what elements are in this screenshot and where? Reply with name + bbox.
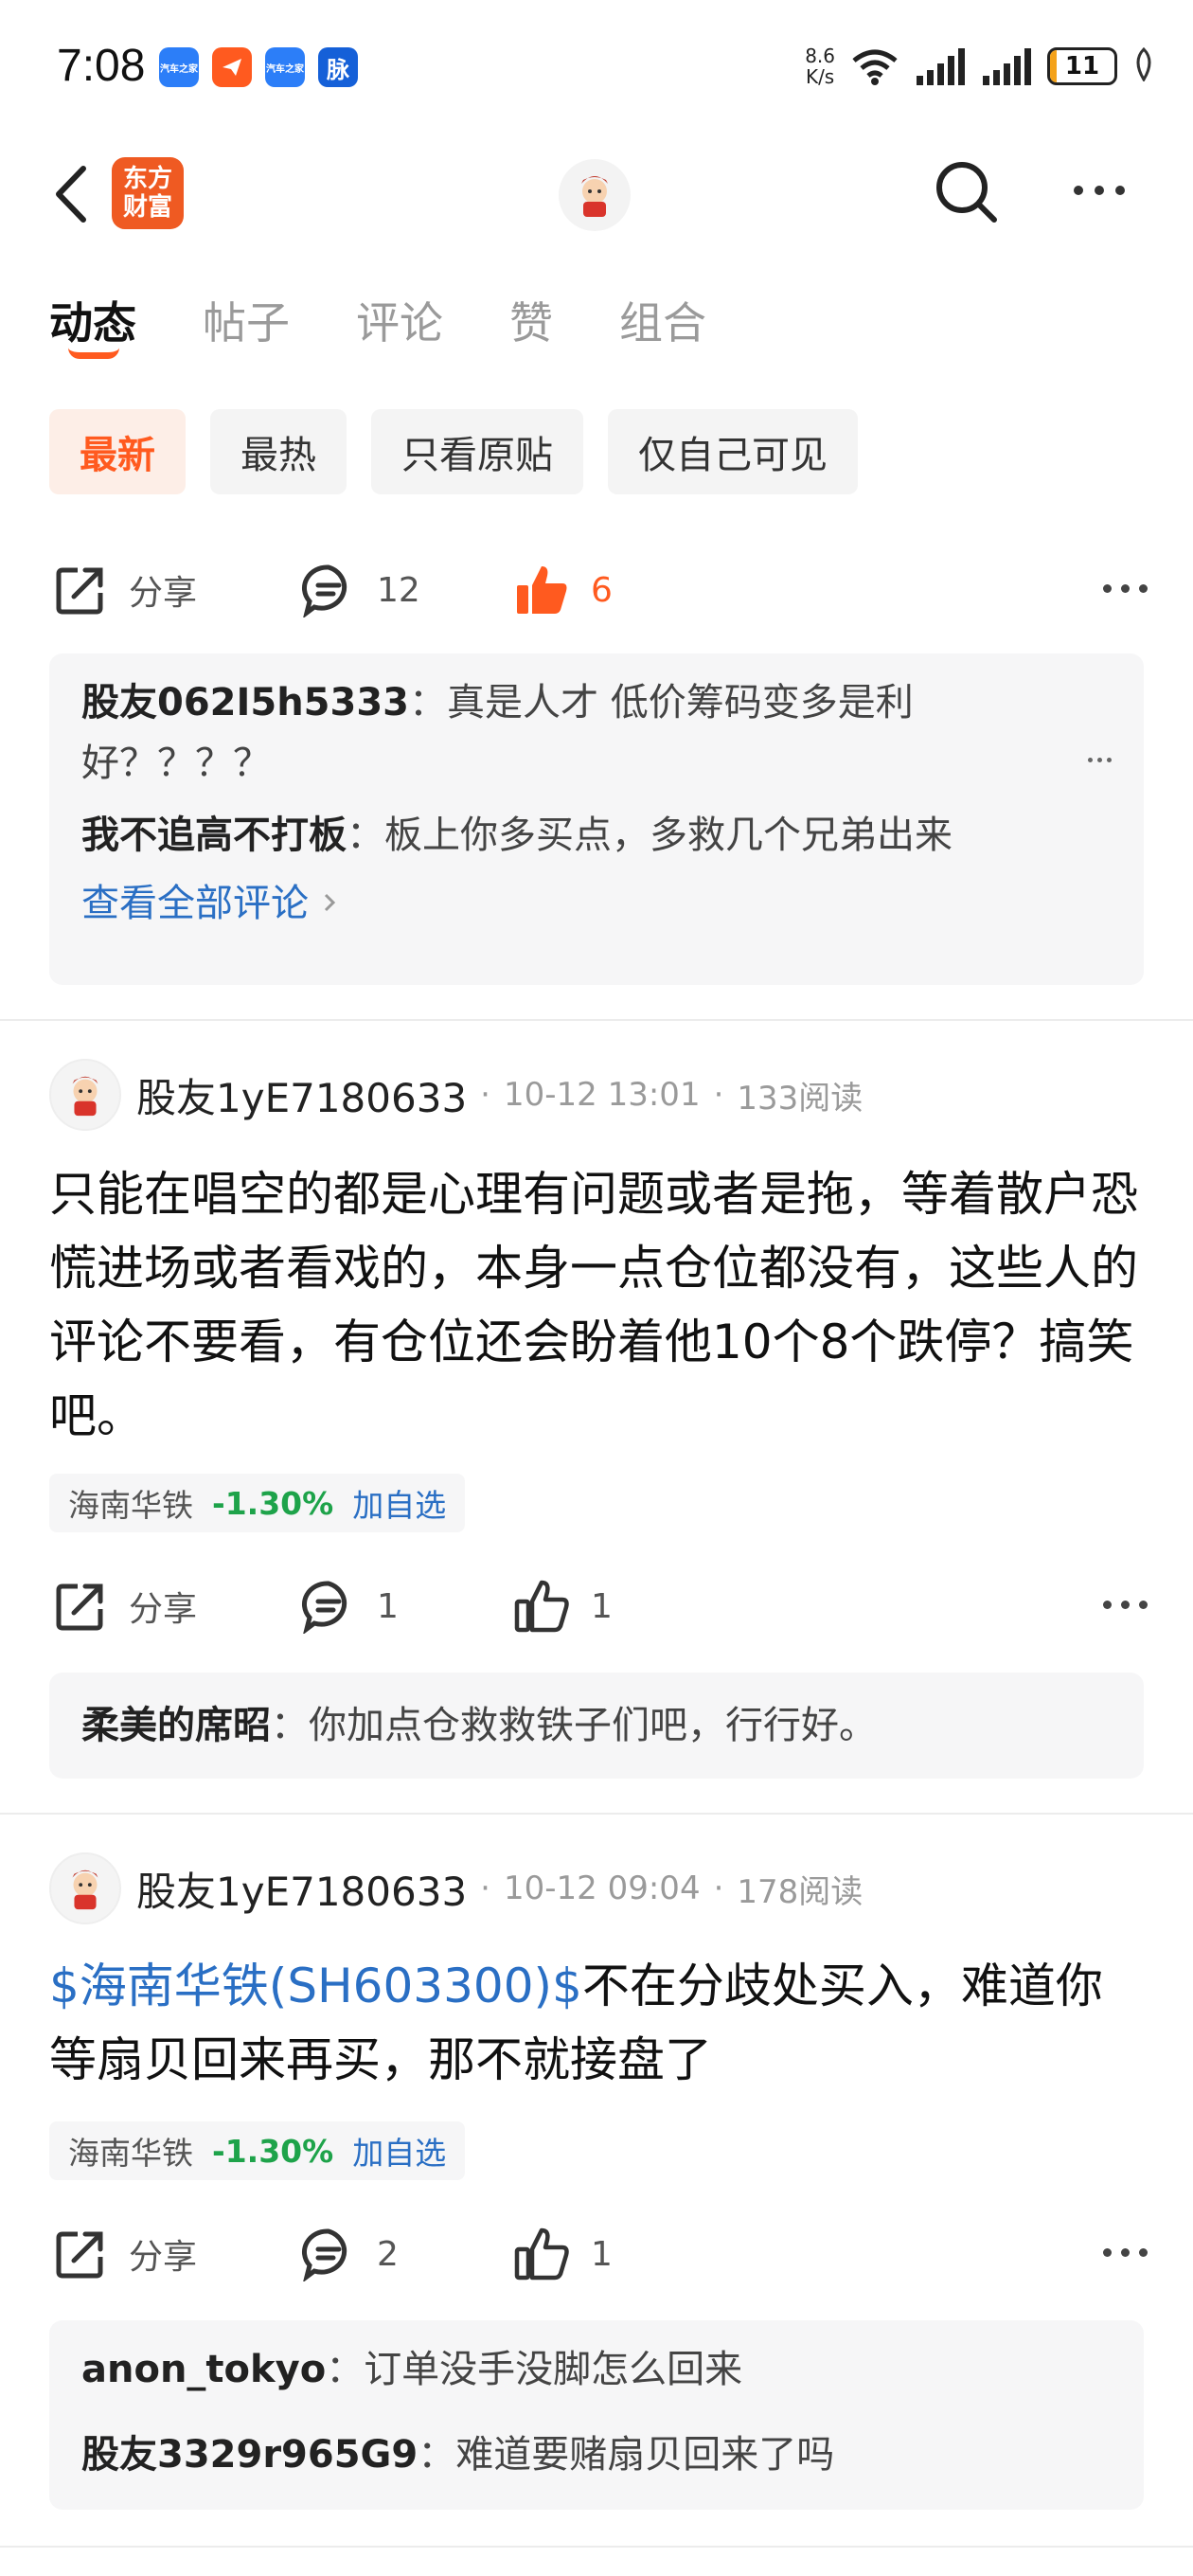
signal-icon-1 xyxy=(915,47,966,85)
comment-item: anon_tokyo：订单没手没脚怎么回来 xyxy=(81,2348,743,2391)
like-button[interactable]: 1 xyxy=(513,2216,613,2292)
share-button[interactable]: 分享 xyxy=(53,1568,197,1644)
add-watchlist-button[interactable]: 加自选 xyxy=(352,2128,446,2174)
comment-icon xyxy=(301,1581,347,1634)
brand-logo: 东方 财富 xyxy=(112,157,184,229)
filter-private[interactable]: 仅自己可见 xyxy=(608,409,858,494)
post-more-icon[interactable] xyxy=(1103,1601,1148,1609)
comment-item: 柔美的席昭：你加点仓救救铁子们吧，行行好。 xyxy=(81,1704,877,1747)
paper-plane-notification-icon xyxy=(212,47,252,87)
comment-icon xyxy=(301,2228,347,2281)
tab-bar: 动态 帖子 评论 赞 组合 xyxy=(49,289,706,359)
net-speed: 8.6 K/s xyxy=(805,45,835,88)
stock-name: 海南华铁 xyxy=(68,2135,193,2172)
more-options-icon[interactable] xyxy=(1074,186,1125,195)
post-body[interactable]: $海南华铁(SH603300)$不在分歧处买入，难道你等扇贝回来再买，那不就接盘… xyxy=(49,1949,1148,2097)
search-icon[interactable] xyxy=(934,159,1000,229)
add-watchlist-button[interactable]: 加自选 xyxy=(352,1480,446,1526)
maimai-notification-icon: 脉 xyxy=(318,47,358,87)
tab-likes[interactable]: 赞 xyxy=(509,289,553,351)
battery-indicator: 11 xyxy=(1047,47,1117,85)
like-button[interactable]: 1 xyxy=(513,1568,613,1644)
post-header: 股友1yE7180633 · 10-12 09:04 · 178阅读 xyxy=(49,1851,863,1926)
ellipsis-icon xyxy=(1088,758,1112,762)
tab-posts[interactable]: 帖子 xyxy=(203,289,290,351)
divider xyxy=(0,1019,1193,1021)
divider xyxy=(0,2546,1193,2548)
leaf-icon xyxy=(1132,46,1155,85)
autohome-notification-icon-2: 汽车之家 xyxy=(265,47,305,87)
like-button[interactable]: 6 xyxy=(513,552,613,628)
post-more-icon[interactable] xyxy=(1103,2248,1148,2257)
post-actions: 分享 1 1 xyxy=(49,1568,1148,1644)
thumbs-up-icon xyxy=(514,1580,569,1633)
battery-fill xyxy=(1050,50,1058,82)
share-button[interactable]: 分享 xyxy=(53,2216,197,2292)
post-actions: 分享 2 1 xyxy=(49,2216,1148,2292)
comment-preview-box[interactable]: 股友062I5h5333：真是人才 低价筹码变多是利好？？？？ 我不追高不打板：… xyxy=(49,653,1144,985)
read-count: 133阅读 xyxy=(737,1079,864,1118)
post-header: 股友1yE7180633 · 10-12 13:01 · 133阅读 xyxy=(49,1057,863,1133)
filter-latest[interactable]: 最新 xyxy=(49,409,186,494)
top-card-actions: 分享 12 6 xyxy=(49,552,1148,628)
author-avatar[interactable] xyxy=(49,1059,121,1131)
filter-chips: 最新 最热 只看原贴 仅自己可见 xyxy=(49,409,858,494)
comment-button[interactable]: 12 xyxy=(301,552,420,628)
status-right: 8.6 K/s 11 xyxy=(805,45,1155,87)
view-all-comments-link[interactable]: 查看全部评论 xyxy=(81,873,1112,934)
stock-change: -1.30% xyxy=(212,2132,334,2170)
comment-item: 股友3329r965G9：难道要赌扇贝回来了吗 xyxy=(81,2433,835,2477)
wifi-icon xyxy=(850,47,899,85)
post-date: 10-12 09:04 xyxy=(503,1869,701,1907)
share-button[interactable]: 分享 xyxy=(53,552,197,628)
share-icon xyxy=(56,567,103,615)
read-count: 178阅读 xyxy=(737,1872,864,1911)
back-arrow-icon[interactable] xyxy=(49,163,95,225)
tab-portfolio[interactable]: 组合 xyxy=(619,289,706,351)
signal-icon-2 xyxy=(981,47,1032,85)
author-name[interactable]: 股友1yE7180633 xyxy=(136,1860,467,1918)
filter-original-only[interactable]: 只看原贴 xyxy=(371,409,583,494)
share-icon xyxy=(56,1583,103,1631)
comment-icon xyxy=(301,564,347,617)
stock-name: 海南华铁 xyxy=(68,1487,193,1524)
comment-item: 股友062I5h5333：真是人才 低价筹码变多是利好？？？？ xyxy=(81,681,914,785)
stock-change: -1.30% xyxy=(212,1484,334,1522)
thumbs-up-filled-icon xyxy=(517,566,567,614)
stock-tag[interactable]: 海南华铁 -1.30% 加自选 xyxy=(49,2121,466,2180)
post-more-icon[interactable] xyxy=(1103,584,1148,593)
thumbs-up-icon xyxy=(514,2227,569,2281)
notification-icons: 汽车之家 汽车之家 脉 xyxy=(159,47,358,87)
chevron-right-icon xyxy=(324,893,335,912)
user-avatar-icon[interactable] xyxy=(559,159,631,231)
stock-mention-link[interactable]: $海南华铁(SH603300)$ xyxy=(49,1959,582,2013)
filter-hottest[interactable]: 最热 xyxy=(210,409,347,494)
post-body[interactable]: 只能在唱空的都是心理有问题或者是拖，等着散户恐慌进场或者看戏的，本身一点仓位都没… xyxy=(49,1157,1148,1453)
comment-button[interactable]: 1 xyxy=(301,1568,399,1644)
author-avatar[interactable] xyxy=(49,1852,121,1924)
tab-dynamic[interactable]: 动态 xyxy=(49,289,136,359)
top-header: 东方 财富 xyxy=(0,142,1193,246)
comment-preview-box[interactable]: 柔美的席昭：你加点仓救救铁子们吧，行行好。 xyxy=(49,1673,1144,1779)
post-date: 10-12 13:01 xyxy=(503,1076,701,1114)
divider xyxy=(0,1813,1193,1815)
author-name[interactable]: 股友1yE7180633 xyxy=(136,1066,467,1124)
autohome-notification-icon: 汽车之家 xyxy=(159,47,199,87)
status-bar: 7:08 汽车之家 汽车之家 脉 8.6 K/s 11 xyxy=(0,0,1193,133)
comment-button[interactable]: 2 xyxy=(301,2216,399,2292)
comment-item: 我不追高不打板：板上你多买点，多救几个兄弟出来 xyxy=(81,814,953,857)
tab-comments[interactable]: 评论 xyxy=(356,289,443,351)
comment-preview-box[interactable]: anon_tokyo：订单没手没脚怎么回来 股友3329r965G9：难道要赌扇… xyxy=(49,2320,1144,2510)
share-icon xyxy=(56,2231,103,2279)
active-tab-indicator xyxy=(68,348,119,359)
status-time: 7:08 xyxy=(57,41,146,91)
stock-tag[interactable]: 海南华铁 -1.30% 加自选 xyxy=(49,1474,466,1532)
